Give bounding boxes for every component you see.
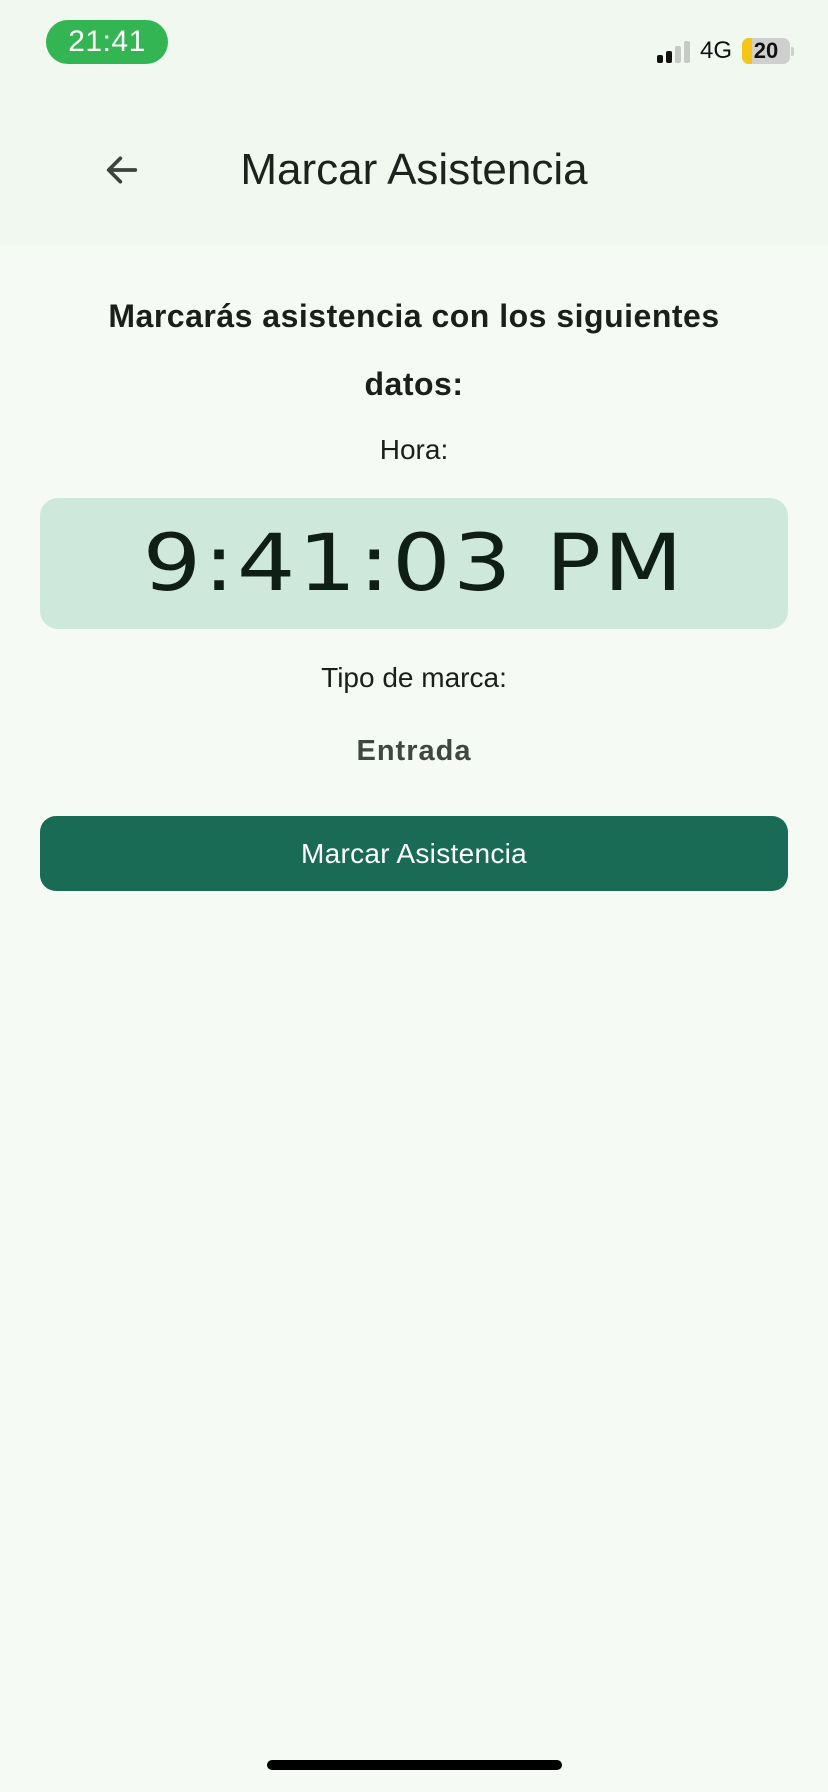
intro-text: Marcarás asistencia con los siguientes d… [108,298,720,402]
arrow-left-icon [106,156,138,184]
battery-icon: 20 [742,38,794,64]
home-indicator[interactable] [267,1760,562,1770]
cellular-signal-icon [656,39,690,63]
mark-type-value: Entrada [356,735,472,767]
network-type: 4G [699,37,732,64]
mark-type-label: Tipo de marca: [321,662,507,693]
current-time-value: 9:41:03 PM [142,518,686,609]
status-bar-time: 21:41 [46,20,168,64]
back-button[interactable] [94,142,150,198]
battery-level-text: 20 [753,38,779,63]
time-display-card: 9:41:03 PM [40,498,788,629]
mark-attendance-button[interactable]: Marcar Asistencia [40,816,788,891]
time-label: Hora: [379,434,449,465]
status-bar-indicators: 4G 20 [656,36,794,66]
